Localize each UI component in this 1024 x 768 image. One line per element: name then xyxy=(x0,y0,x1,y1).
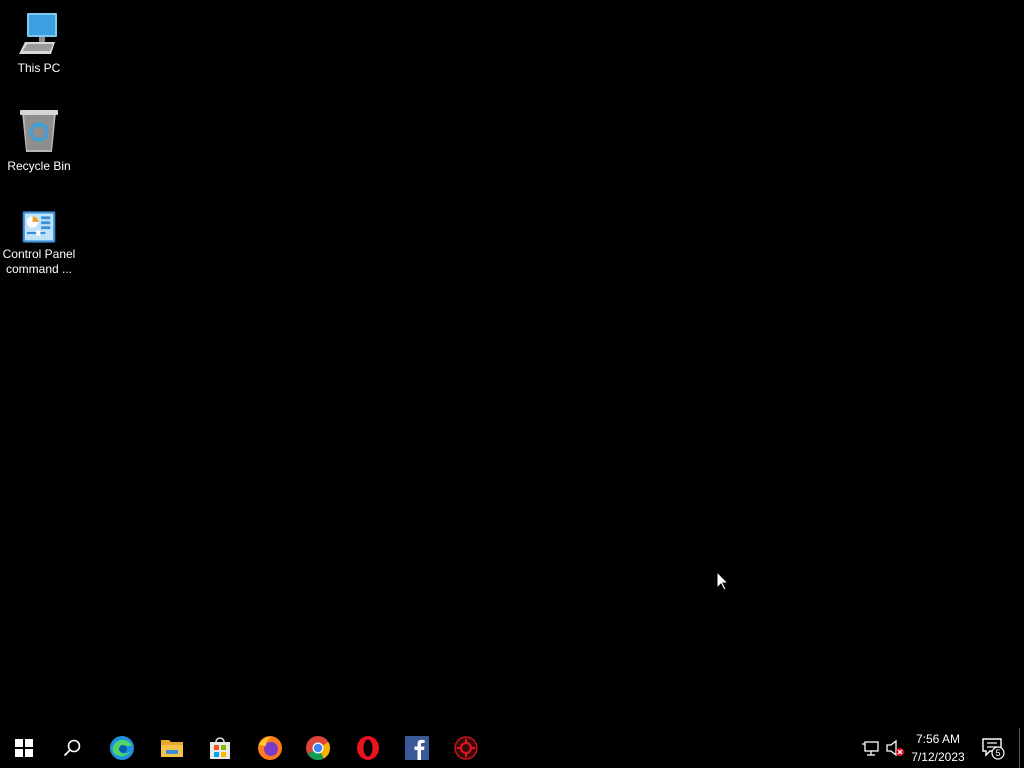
windows-logo-icon xyxy=(15,739,33,757)
clock-date: 7/12/2023 xyxy=(911,750,965,764)
taskbar-red-app[interactable] xyxy=(442,728,490,768)
volume-muted-icon[interactable] xyxy=(885,738,905,758)
action-center-button[interactable]: 5 xyxy=(981,736,1005,760)
taskbar-opera[interactable] xyxy=(344,728,392,768)
red-app-icon xyxy=(454,736,478,760)
desktop-icon-label: This PC xyxy=(17,61,61,75)
desktop-icon-control-panel[interactable]: Control Panel command ... xyxy=(0,210,78,277)
taskbar-edge[interactable] xyxy=(98,728,146,768)
this-pc-icon xyxy=(19,13,57,54)
taskbar-file-explorer[interactable] xyxy=(148,728,196,768)
store-icon xyxy=(210,737,230,759)
show-desktop-button[interactable] xyxy=(1019,728,1024,768)
desktop: This PC Recycle Bin Control Panel comman… xyxy=(0,0,1024,728)
label-line-1: Control Panel xyxy=(2,247,76,261)
folder-icon xyxy=(161,740,183,757)
taskbar-facebook[interactable] xyxy=(393,728,441,768)
search-icon xyxy=(63,739,81,757)
mouse-cursor-icon xyxy=(717,572,729,591)
taskbar-store[interactable] xyxy=(196,728,244,768)
network-icon[interactable] xyxy=(861,738,881,758)
search-button[interactable] xyxy=(48,728,96,768)
edge-icon xyxy=(110,736,134,760)
taskbar: 7:56 AM 7/12/2023 5 xyxy=(0,728,1024,768)
label-line-2: command ... xyxy=(5,262,73,276)
chrome-icon xyxy=(306,736,330,761)
opera-icon xyxy=(357,736,379,760)
desktop-icon-this-pc[interactable]: This PC xyxy=(0,10,78,76)
desktop-icon-label: Control Panel command ... xyxy=(0,247,78,277)
notification-count-badge: 5 xyxy=(995,748,1001,758)
firefox-icon xyxy=(258,736,282,760)
taskbar-clock[interactable]: 7:56 AM 7/12/2023 xyxy=(906,730,970,766)
desktop-icon-recycle-bin[interactable]: Recycle Bin xyxy=(0,108,78,174)
desktop-icon-label: Recycle Bin xyxy=(7,159,71,173)
clock-time: 7:56 AM xyxy=(915,732,961,746)
facebook-icon xyxy=(405,736,429,760)
taskbar-firefox[interactable] xyxy=(246,728,294,768)
taskbar-chrome[interactable] xyxy=(294,728,342,768)
recycle-bin-icon xyxy=(20,110,58,152)
control-panel-icon xyxy=(22,211,56,243)
start-button[interactable] xyxy=(0,728,48,768)
